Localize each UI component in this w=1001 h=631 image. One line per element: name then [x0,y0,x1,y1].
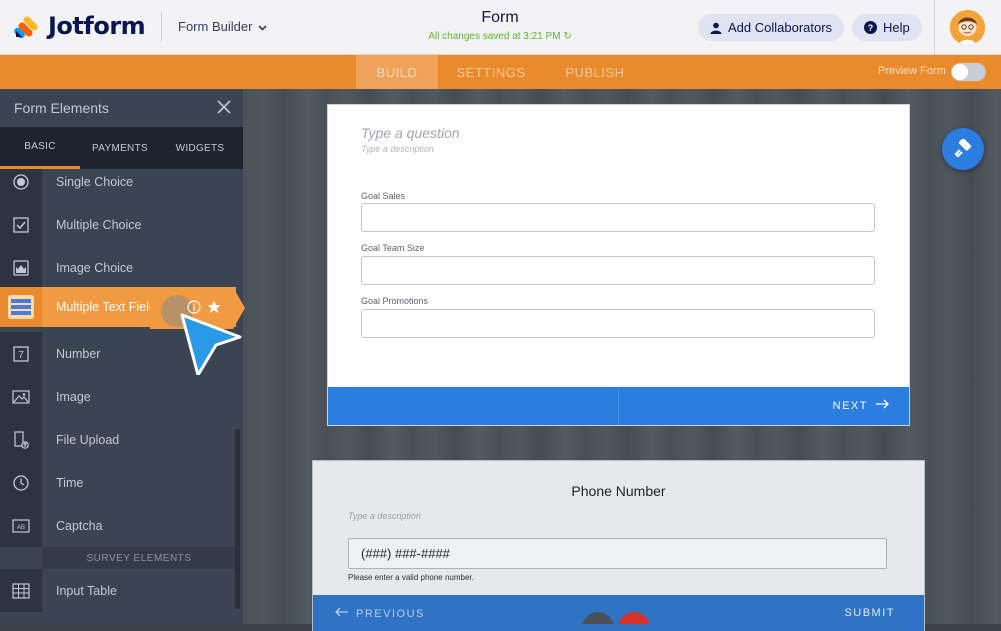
tab-settings[interactable]: SETTINGS [444,55,538,89]
builder-nav-bar: BUILD SETTINGS PUBLISH Preview Form [0,55,1001,89]
svg-text:?: ? [868,23,874,33]
tab-payments[interactable]: PAYMENTS [80,127,160,169]
form-card-phone-number[interactable]: Phone Number Type a description (###) ##… [313,461,924,631]
element-label: Multiple Choice [56,217,142,232]
avatar-illustration [950,10,985,45]
refresh-icon: ↻ [563,31,572,42]
field-label-goal-team-size: Goal Team Size [361,243,425,253]
question-description[interactable]: Type a description [361,144,434,154]
element-time[interactable]: Time [0,461,236,504]
form-builder-dropdown[interactable]: Form Builder [178,19,267,34]
toggle-knob [952,64,968,80]
form-designer-button[interactable] [942,128,984,170]
table-icon [0,569,42,612]
element-image[interactable]: Image [0,375,236,418]
top-bar: Jotform Form Builder Form All changes sa… [0,0,1001,55]
element-label: Time [56,475,84,490]
captcha-icon: AB [0,504,42,547]
element-label: Input Table [56,583,117,598]
arrow-right-icon [876,399,889,412]
previous-label: PREVIOUS [356,607,425,620]
help-label: Help [883,20,910,35]
element-multiple-choice[interactable]: Multiple Choice [0,203,236,246]
element-single-choice[interactable]: Single Choice [0,169,236,203]
avatar[interactable] [950,10,985,45]
jotform-logo[interactable]: Jotform [14,12,146,40]
jotform-logo-icon [14,16,38,39]
image-icon [0,375,42,418]
clock-icon [0,461,42,504]
file-upload-icon [0,418,42,461]
phone-number-value: (###) ###-#### [361,546,450,561]
logo-text: Jotform [48,12,146,40]
survey-elements-heading: SURVEY ELEMENTS [42,547,236,569]
goal-sales-input[interactable] [361,203,875,232]
goal-team-size-input[interactable] [361,256,875,285]
element-label: Captcha [56,518,103,533]
submit-button[interactable]: SUBMIT [844,607,895,619]
element-input-table[interactable]: Input Table [0,569,236,612]
user-icon [710,22,722,34]
save-status-text: All changes saved at 3:21 PM [428,31,561,42]
header-divider [161,12,162,42]
card-action-buttons[interactable] [582,612,652,624]
question-title[interactable]: Type a question [361,125,460,141]
panel-tabs: BASIC PAYMENTS WIDGETS [0,127,243,169]
phone-number-description[interactable]: Type a description [348,511,421,521]
preview-form-toggle[interactable] [951,63,986,81]
help-button[interactable]: ? Help [852,14,922,41]
add-collaborators-button[interactable]: Add Collaborators [698,14,845,41]
next-button[interactable]: NEXT [833,399,889,412]
help-icon: ? [864,21,877,34]
tab-publish[interactable]: PUBLISH [550,55,640,89]
add-collaborators-label: Add Collaborators [728,20,833,35]
svg-text:7: 7 [18,350,24,361]
panel-scrollbar[interactable] [235,429,240,609]
image-choice-icon [0,246,42,289]
element-label: Single Choice [56,174,134,189]
goal-promotions-input[interactable] [361,309,875,338]
element-image-choice[interactable]: Image Choice [0,246,236,289]
panel-title: Form Elements [14,100,109,116]
field-label-goal-sales: Goal Sales [361,191,406,201]
element-file-upload[interactable]: File Upload [0,418,236,461]
tab-basic[interactable]: BASIC [0,127,80,169]
element-label: Image [56,389,91,404]
form-title-area: Form All changes saved at 3:21 PM ↻ [380,9,620,42]
arrow-left-icon [335,607,348,620]
panel-header: Form Elements [0,89,243,127]
pointer-cursor-icon [180,313,242,375]
form-card-multiple-text-fields[interactable]: Type a question Type a description Goal … [328,105,909,425]
checkbox-icon [0,203,42,246]
preview-form-label: Preview Form [878,65,946,77]
close-icon[interactable] [217,100,231,117]
tab-build[interactable]: BUILD [356,55,438,89]
next-label: NEXT [832,399,868,412]
elements-list: Single Choice Multiple Choice Image Choi… [0,169,236,624]
tab-widgets[interactable]: WIDGETS [160,127,240,169]
form-title[interactable]: Form [380,9,620,27]
multiple-text-fields-icon [0,287,42,327]
paint-roller-icon [954,139,972,158]
element-label: File Upload [56,432,120,447]
header-divider-right [934,0,935,55]
number-icon: 7 [0,332,42,375]
save-status: All changes saved at 3:21 PM ↻ [380,31,620,42]
svg-text:AB: AB [17,525,25,531]
field-label-goal-promotions: Goal Promotions [361,296,429,306]
phone-number-input[interactable]: (###) ###-#### [348,538,887,569]
previous-button[interactable]: PREVIOUS [335,607,425,620]
element-label: Image Choice [56,260,134,275]
element-label: Number [56,346,101,361]
card-footer: NEXT [328,387,909,425]
phone-number-title[interactable]: Phone Number [313,483,924,499]
element-label: Multiple Text Fields [56,300,163,314]
chevron-down-icon [258,19,267,34]
radio-icon [0,169,42,203]
phone-number-hint: Please enter a valid phone number. [348,573,474,582]
form-builder-label: Form Builder [178,19,253,34]
footer-divider [618,387,619,425]
element-captcha[interactable]: AB Captcha [0,504,236,547]
